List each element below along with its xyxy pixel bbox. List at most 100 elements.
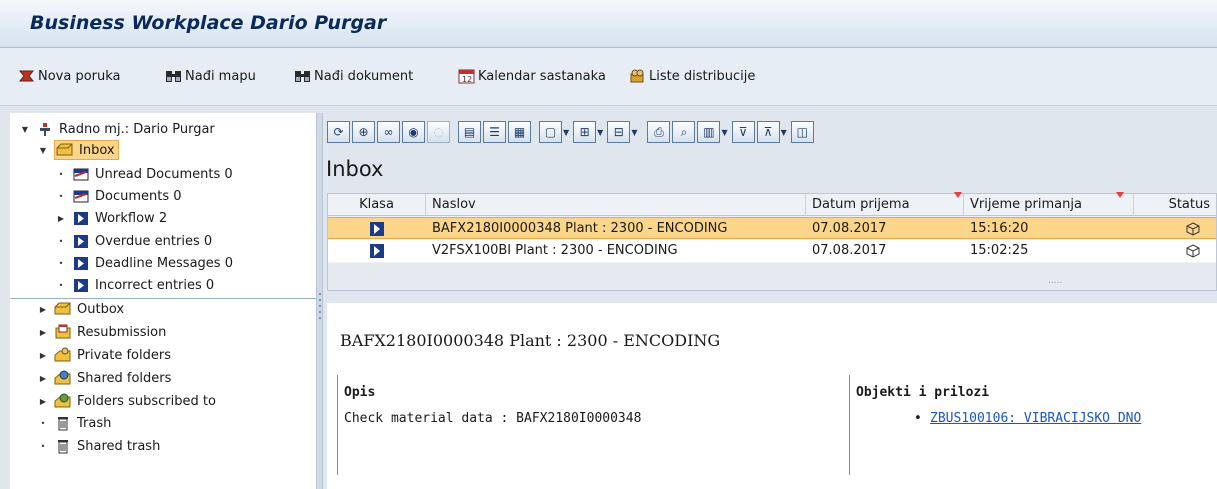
distribution-lists-button[interactable]: Liste distribucije	[629, 65, 755, 87]
cell-vrijeme: 15:16:20	[970, 221, 1029, 236]
print-copy-icon[interactable]: ▢	[539, 121, 562, 143]
preview-icon[interactable]: ⌕	[672, 121, 696, 143]
collapse-icon[interactable]: ▼	[38, 146, 48, 155]
bullet-icon: •	[58, 258, 64, 268]
collapse-icon[interactable]: ▼	[20, 125, 30, 134]
tree-item-trash[interactable]: • Trash	[38, 413, 111, 433]
description-label: Opis	[344, 385, 376, 400]
bullet-icon: •	[58, 236, 64, 246]
expand-icon[interactable]: ▶	[56, 214, 66, 223]
expand-icon[interactable]: ▶	[38, 305, 48, 314]
dropdown-icon[interactable]: ▼	[563, 128, 569, 137]
tree-item-documents[interactable]: • Documents 0	[56, 186, 182, 206]
tree-item-private-folders[interactable]: ▶ Private folders	[38, 345, 171, 365]
column-header-naslov[interactable]: Naslov	[426, 194, 806, 216]
find-document-button[interactable]: Nađi dokument	[294, 65, 413, 87]
column-header-status[interactable]: Status	[1134, 194, 1216, 216]
inbox-icon	[56, 142, 74, 158]
tree-item-outbox[interactable]: ▶ Outbox	[38, 299, 124, 319]
objects-label: Objekti i prilozi	[856, 385, 990, 400]
filter-set-icon[interactable]: ⊼	[756, 121, 780, 143]
inbox-label: Inbox	[79, 142, 115, 158]
tree-item-deadline-messages[interactable]: • Deadline Messages 0	[56, 253, 233, 273]
sort-icon	[1116, 192, 1124, 198]
tree-root[interactable]: ▼ Radno mj.: Dario Purgar	[20, 119, 215, 139]
page-title: Inbox	[326, 157, 384, 181]
tree-item-label: Resubmission	[77, 324, 167, 340]
expand-icon[interactable]: ▶	[38, 351, 48, 360]
workflow-icon	[370, 243, 384, 258]
cell-naslov: BAFX2180I0000348 Plant : 2300 - ENCODING	[432, 221, 728, 236]
filter-doc-icon[interactable]: ▤	[458, 121, 481, 143]
add-icon[interactable]: ⊞	[573, 121, 597, 143]
new-message-icon	[18, 68, 35, 84]
status-cube-icon	[1186, 243, 1200, 258]
trash-icon	[54, 415, 72, 431]
expand-icon[interactable]: ▶	[38, 397, 48, 406]
column-header-vrijeme[interactable]: Vrijeme primanja	[964, 194, 1134, 216]
columns-icon[interactable]: ▥	[697, 121, 721, 143]
tree-item-shared-trash[interactable]: • Shared trash	[38, 436, 160, 456]
distribution-lists-label: Liste distribucije	[649, 68, 756, 84]
meeting-calendar-button[interactable]: 12 Kalendar sastanaka	[458, 65, 606, 87]
workflow-icon	[370, 221, 384, 236]
tree-item-subscribed-folders[interactable]: ▶ Folders subscribed to	[38, 391, 216, 411]
link-icon[interactable]: ∞	[377, 121, 400, 143]
grid-empty-area	[328, 263, 1216, 290]
column-header-datum[interactable]: Datum prijema	[806, 194, 964, 216]
workflow-icon	[72, 210, 90, 226]
tree-item-label: Documents 0	[95, 188, 182, 204]
column-header-klasa[interactable]: Klasa	[328, 194, 426, 216]
filter-icon[interactable]: ⊽	[731, 121, 755, 143]
tree-item-incorrect-entries[interactable]: • Incorrect entries 0	[56, 275, 215, 295]
dropdown-icon[interactable]: ▼	[631, 128, 637, 137]
bullet-icon: •	[914, 411, 922, 426]
layout-icon[interactable]: ☰	[483, 121, 506, 143]
tree-item-label: Outbox	[77, 301, 125, 317]
dropdown-icon[interactable]: ▼	[781, 128, 787, 137]
expand-icon[interactable]: ▶	[38, 374, 48, 383]
splitter-handle[interactable]: .....	[1048, 276, 1062, 286]
grid-header: Klasa Naslov Datum prijema Vrijeme prima…	[328, 192, 1216, 216]
tree-item-unread-documents[interactable]: • Unread Documents 0	[56, 164, 233, 184]
tree-item-inbox[interactable]: ▼ Inbox	[38, 140, 119, 160]
tree-item-label: Folders subscribed to	[77, 393, 216, 409]
description-section: Opis Check material data : BAFX2180I0000…	[337, 375, 849, 475]
resubmission-icon	[54, 324, 72, 340]
find-folder-button[interactable]: Nađi mapu	[165, 65, 256, 87]
tree-item-overdue-entries[interactable]: • Overdue entries 0	[56, 231, 213, 251]
trash-icon	[54, 438, 72, 454]
window-title: Business Workplace Dario Purgar	[30, 12, 387, 34]
attachment-icon[interactable]: ▦	[508, 121, 531, 143]
expand-icon[interactable]: ▶	[38, 328, 48, 337]
disabled-object-icon[interactable]: ◌	[427, 121, 450, 143]
cell-datum: 07.08.2017	[812, 221, 887, 236]
cell-vrijeme: 15:02:25	[970, 243, 1029, 258]
main-pane: ⟳ ⊕ ∞ ◉ ◌ ▤ ☰ ▦ ▢ ▼ ⊞ ▼ ⊟ ▼ ⎙ ⌕ ▥ ▼ ⊽ ⊼ ▼ ◫ I…	[323, 113, 1217, 489]
tree-item-shared-folders[interactable]: ▶ Shared folders	[38, 368, 171, 388]
application-toolbar: Nova poruka Nađi mapu Nađi dokument 12 K…	[0, 48, 1217, 106]
tree-item-workflow[interactable]: ▶ Workflow 2	[56, 208, 167, 228]
preview-pane: BAFX2180I0000348 Plant : 2300 - ENCODING…	[327, 303, 1217, 489]
tree-item-label: Trash	[77, 415, 112, 431]
refresh-icon[interactable]: ⟳	[327, 121, 350, 143]
object-link[interactable]: ZBUS100106: VIBRACIJSKO DNO	[930, 411, 1141, 426]
bullet-icon: •	[58, 191, 64, 201]
workflow-icon	[72, 255, 90, 271]
object-icon[interactable]: ◉	[402, 121, 425, 143]
dropdown-icon[interactable]: ▼	[721, 128, 727, 137]
tree-icon[interactable]: ⊟	[607, 121, 631, 143]
tree-item-label: Incorrect entries 0	[95, 277, 215, 293]
print-icon[interactable]: ⎙	[647, 121, 671, 143]
table-row[interactable]: V2FSX100BI Plant : 2300 - ENCODING 07.08…	[328, 240, 1216, 262]
folder-tree: ▼ Radno mj.: Dario Purgar ▼ Inbox • Unre…	[10, 113, 316, 489]
pane-splitter[interactable]	[316, 113, 323, 489]
table-row[interactable]: BAFX2180I0000348 Plant : 2300 - ENCODING…	[328, 217, 1216, 239]
bullet-icon: •	[40, 418, 46, 428]
execute-icon[interactable]: ⊕	[352, 121, 375, 143]
dropdown-icon[interactable]: ▼	[597, 128, 603, 137]
new-message-button[interactable]: Nova poruka	[18, 65, 121, 87]
find-icon[interactable]: ◫	[790, 121, 814, 143]
tree-item-resubmission[interactable]: ▶ Resubmission	[38, 322, 166, 342]
subscribed-folder-icon	[54, 393, 72, 409]
